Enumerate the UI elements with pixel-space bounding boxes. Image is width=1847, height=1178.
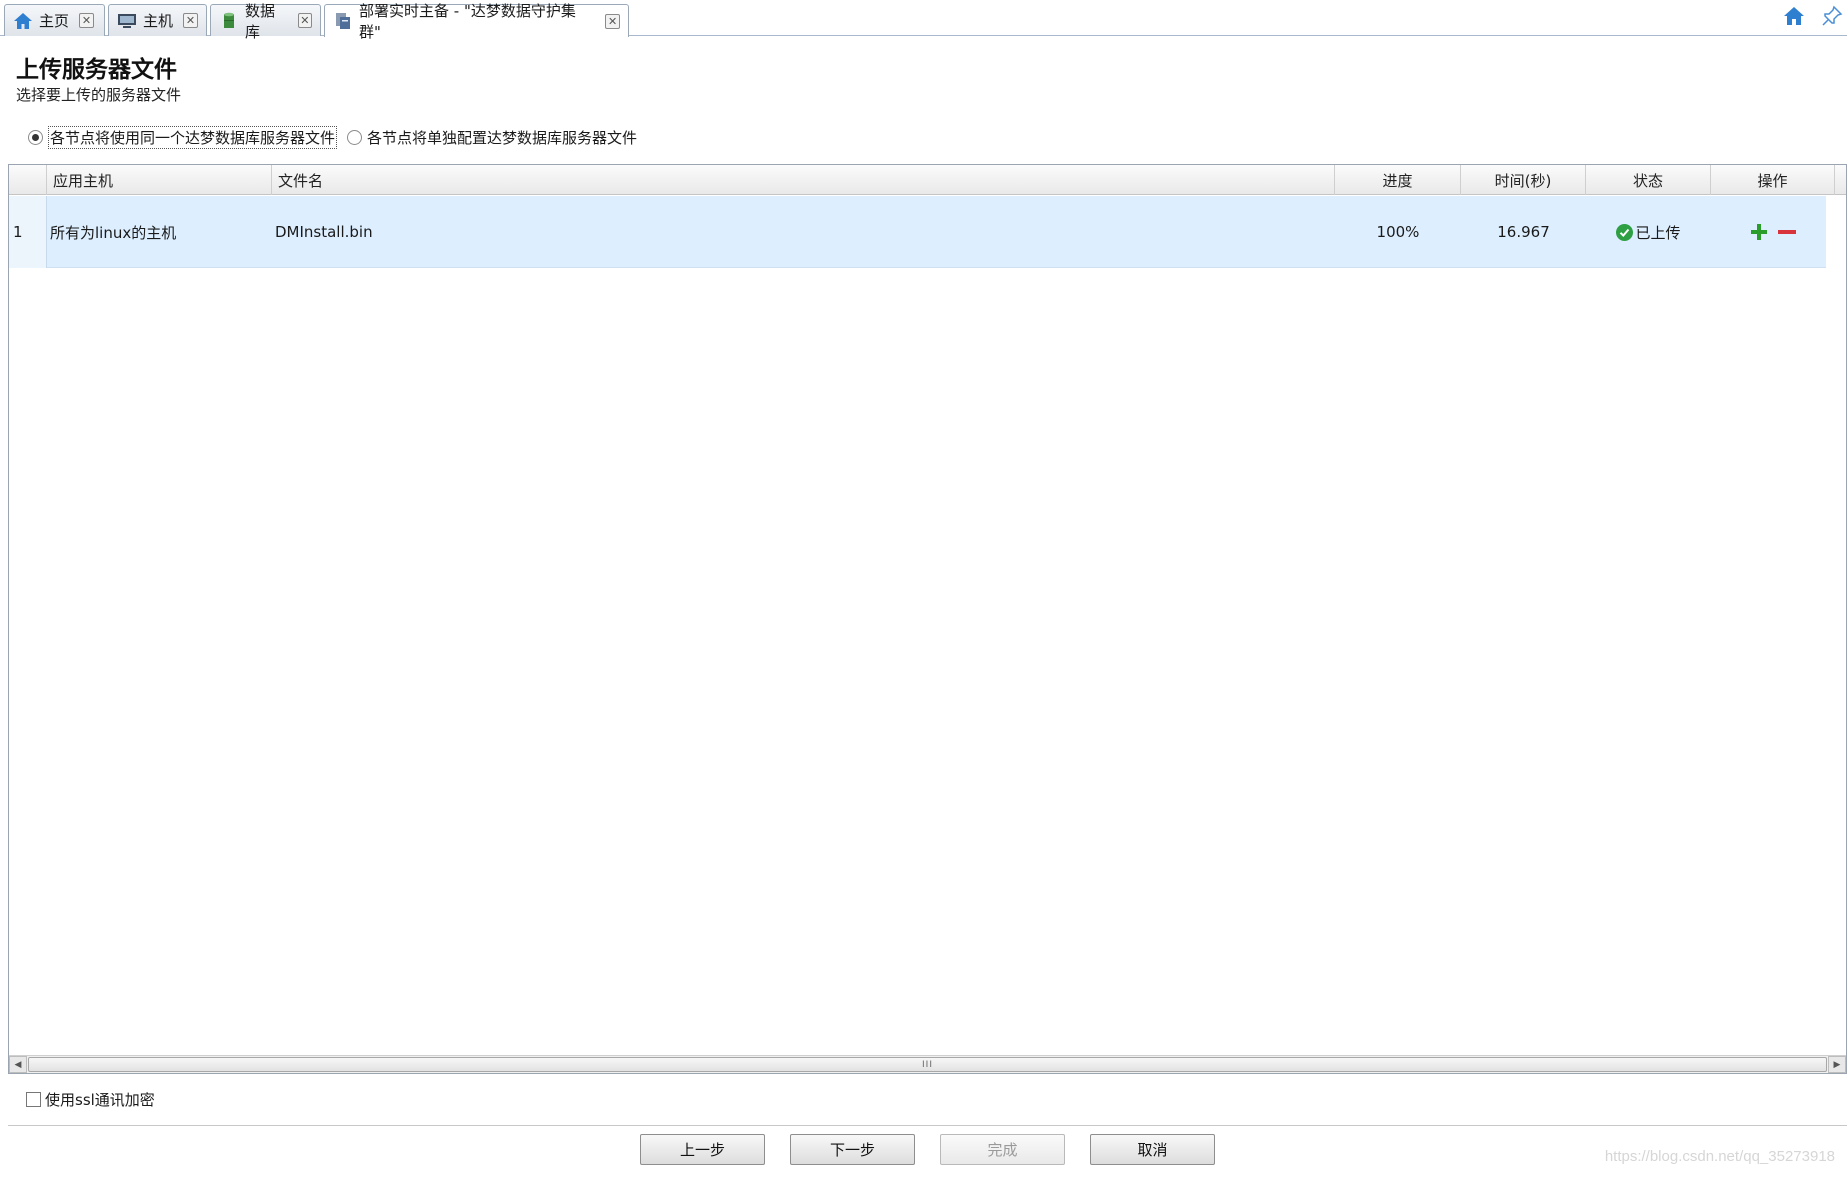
next-button[interactable]: 下一步 [790,1134,915,1165]
page-subtitle: 选择要上传的服务器文件 [16,86,182,104]
column-status[interactable]: 状态 [1586,165,1711,195]
cell-status: 已上传 [1586,196,1711,268]
home-icon [13,12,33,30]
tab-bar: 主页 ✕ 主机 ✕ 数据库 ✕ 部署实时主备 - "达梦数据守护集群" ✕ [0,0,1847,41]
tab-host[interactable]: 主机 ✕ [108,4,207,36]
column-actions[interactable]: 操作 [1711,165,1835,195]
close-icon[interactable]: ✕ [605,13,620,29]
tab-label: 主页 [39,12,70,30]
tab-label: 数据库 [245,1,276,41]
horizontal-scrollbar[interactable]: ◀ III ▶ [9,1055,1846,1073]
prev-button[interactable]: 上一步 [640,1134,765,1165]
scroll-left-icon[interactable]: ◀ [9,1056,27,1073]
cell-file[interactable]: DMInstall.bin [275,196,1335,268]
column-host[interactable]: 应用主机 [47,165,272,195]
file-mode-options: 各节点将使用同一个达梦数据库服务器文件 各节点将单独配置达梦数据库服务器文件 [28,126,647,149]
table-header: 应用主机 文件名 进度 时间(秒) 状态 操作 [9,165,1846,195]
pin-icon[interactable] [1820,4,1844,28]
close-icon[interactable]: ✕ [79,13,95,28]
close-icon[interactable]: ✕ [183,13,199,28]
scrollbar-thumb[interactable]: III [28,1057,1827,1072]
radio-separate-file[interactable] [347,130,363,145]
close-icon[interactable]: ✕ [297,13,312,28]
watermark: https://blog.csdn.net/qq_35273918 [1604,1148,1835,1165]
cell-progress: 100% [1376,223,1420,241]
cancel-button[interactable]: 取消 [1090,1134,1215,1165]
home-icon[interactable] [1782,4,1806,28]
footer-divider [8,1125,1847,1126]
deploy-icon [333,12,353,30]
row-number-header [9,165,47,195]
tab-database[interactable]: 数据库 ✕ [210,2,321,41]
tab-label: 部署实时主备 - "达梦数据守护集群" [359,2,576,41]
option-label: 各节点将单独配置达梦数据库服务器文件 [367,129,638,147]
database-icon [219,12,239,30]
cell-host: 所有为linux的主机 [50,223,177,242]
ssl-label: 使用ssl通讯加密 [45,1091,155,1109]
status-text: 已上传 [1635,223,1681,242]
add-icon[interactable] [1749,222,1769,242]
column-time[interactable]: 时间(秒) [1461,165,1586,195]
ssl-option[interactable]: 使用ssl通讯加密 [26,1089,155,1110]
table-row[interactable]: 1 所有为linux的主机 DMInstall.bin 100% 16.967 … [9,196,1826,268]
tab-label: 主机 [143,12,174,30]
row-number: 1 [9,196,47,268]
option-same-file[interactable]: 各节点将使用同一个达梦数据库服务器文件 [28,126,338,149]
remove-icon[interactable] [1777,222,1797,242]
radio-same-file[interactable] [28,130,43,145]
option-separate-file[interactable]: 各节点将单独配置达梦数据库服务器文件 [347,127,637,148]
scroll-right-icon[interactable]: ▶ [1828,1056,1846,1073]
column-progress[interactable]: 进度 [1335,165,1461,195]
upload-table: 应用主机 文件名 进度 时间(秒) 状态 操作 1 所有为linux的主机 DM… [8,164,1847,1074]
cell-time: 16.967 [1497,223,1550,241]
tab-deploy[interactable]: 部署实时主备 - "达梦数据守护集群" ✕ [324,2,629,41]
tab-home[interactable]: 主页 ✕ [4,4,105,36]
cell-actions [1711,196,1835,268]
finish-button[interactable]: 完成 [940,1134,1065,1165]
computer-icon [117,12,137,30]
column-file[interactable]: 文件名 [272,165,1335,195]
check-circle-icon [1616,223,1634,241]
page-title: 上传服务器文件 [16,57,177,83]
ssl-checkbox[interactable] [26,1092,41,1107]
option-label: 各节点将使用同一个达梦数据库服务器文件 [48,126,338,149]
